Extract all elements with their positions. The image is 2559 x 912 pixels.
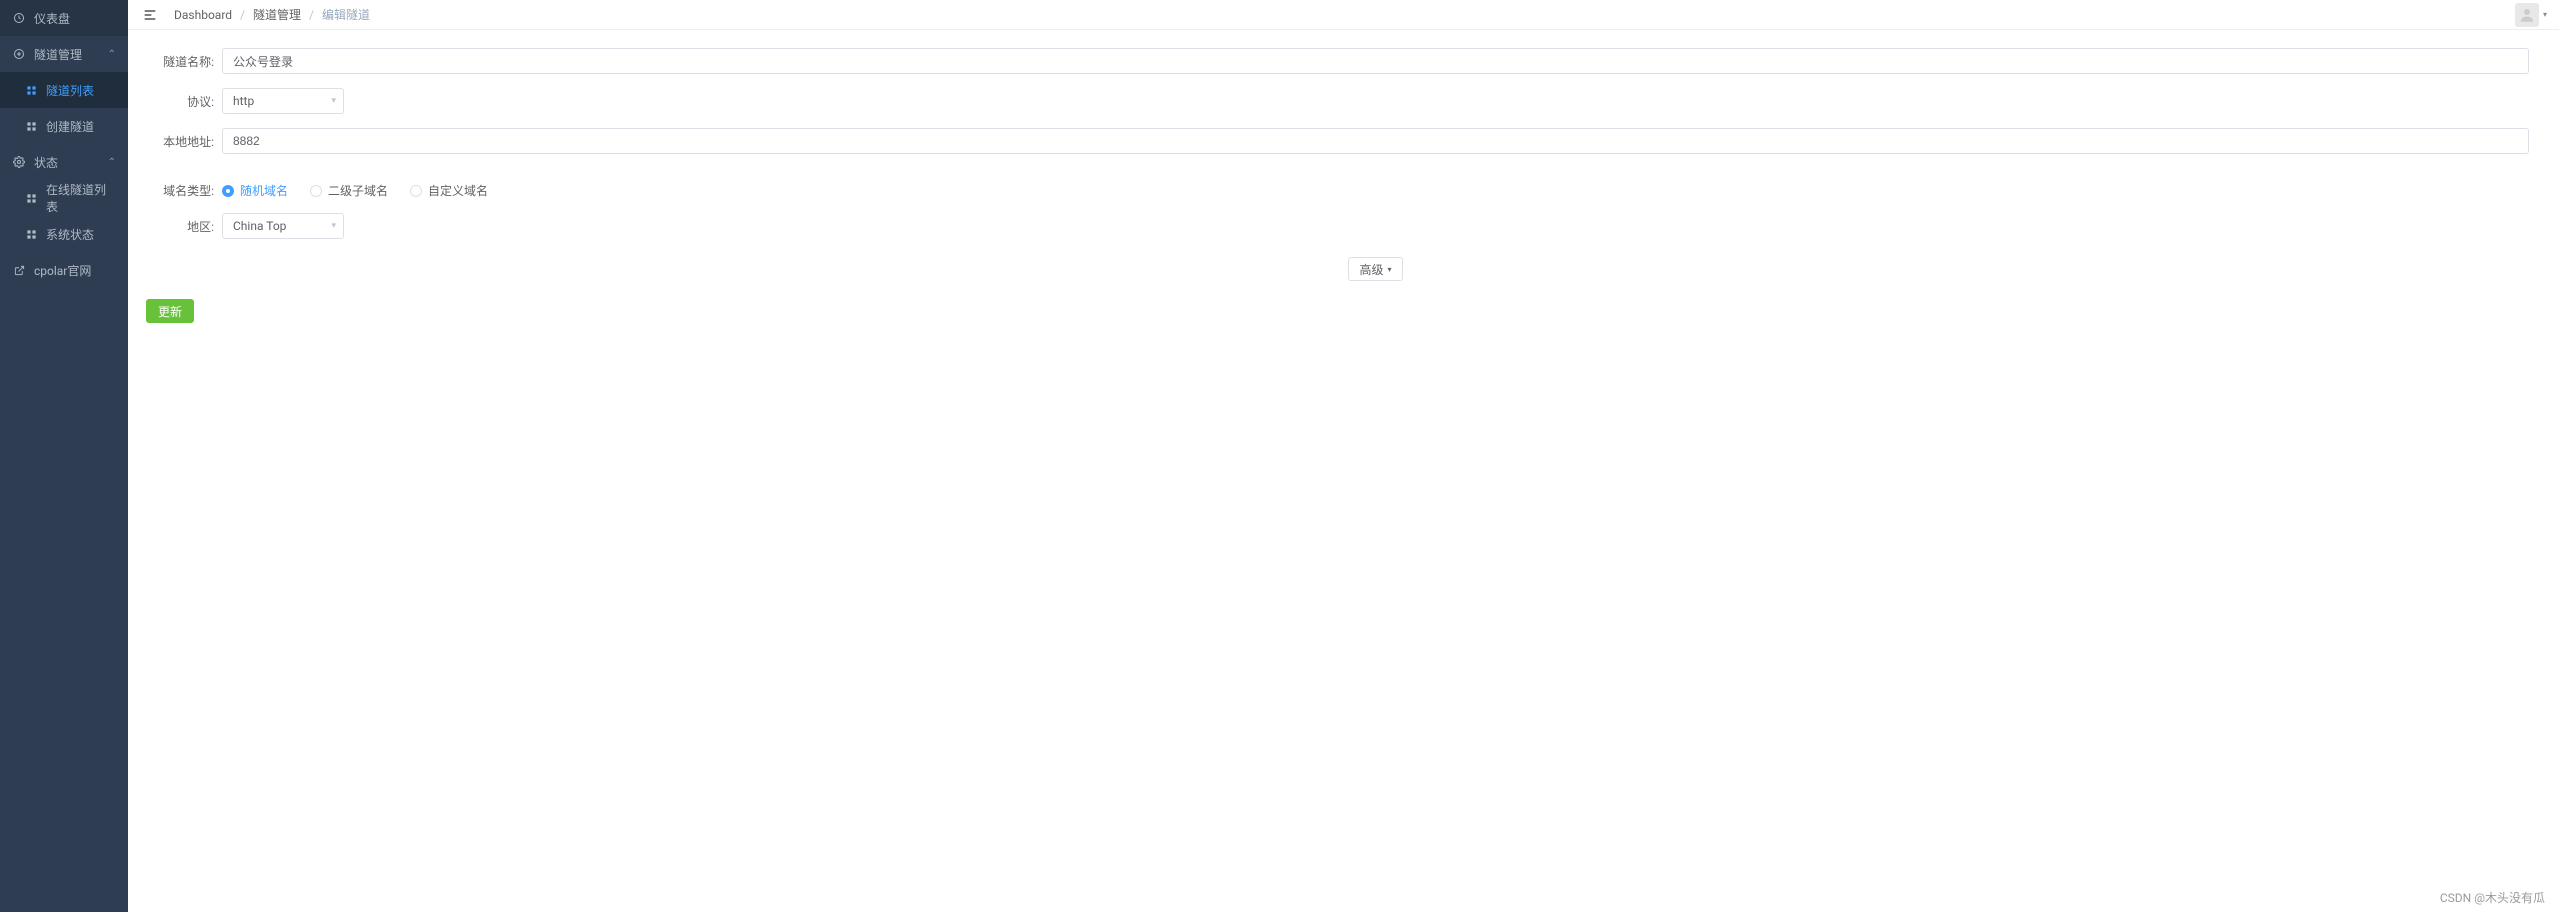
chevron-up-icon: ⌃: [108, 157, 116, 168]
sidebar-item-dashboard[interactable]: 仪表盘: [0, 0, 128, 36]
sidebar: 仪表盘 隧道管理 ⌃ 隧道列表 创建隧道 状态 ⌃: [0, 0, 128, 912]
btn-label: 高级: [1359, 261, 1383, 278]
radio-label: 随机域名: [240, 182, 288, 199]
domain-type-radio-group: 随机域名 二级子域名 自定义域名: [222, 182, 2529, 199]
sidebar-item-label: 系统状态: [46, 226, 116, 243]
sidebar-item-label: 隧道管理: [34, 46, 108, 63]
gear-icon: [12, 155, 26, 169]
grid-icon: [24, 227, 38, 241]
radio-random-domain[interactable]: 随机域名: [222, 182, 288, 199]
collapse-toggle[interactable]: [140, 5, 160, 25]
caret-down-icon: ▾: [1388, 265, 1392, 274]
submit-button[interactable]: 更新: [146, 299, 194, 323]
header: Dashboard / 隧道管理 / 编辑隧道 ▾: [128, 0, 2559, 30]
row-domain-type: 域名类型: 随机域名 二级子域名 自定义域名: [146, 182, 2529, 199]
main: Dashboard / 隧道管理 / 编辑隧道 ▾ 隧道名称: 协: [128, 0, 2559, 912]
avatar[interactable]: [2515, 3, 2539, 27]
row-advanced: 高级 ▾: [222, 257, 2529, 281]
sidebar-item-label: 仪表盘: [34, 10, 116, 27]
advanced-toggle-button[interactable]: 高级 ▾: [1348, 257, 1402, 281]
sidebar-item-label: 在线隧道列表: [46, 181, 116, 215]
row-region: 地区: China Top ▾: [146, 213, 2529, 239]
radio-subdomain[interactable]: 二级子域名: [310, 182, 388, 199]
label-tunnel-name: 隧道名称:: [146, 53, 214, 70]
breadcrumb-item[interactable]: Dashboard: [174, 8, 232, 22]
radio-label: 二级子域名: [328, 182, 388, 199]
sidebar-item-cpolar-site[interactable]: cpolar官网: [0, 252, 128, 288]
local-addr-input[interactable]: [222, 128, 2529, 154]
row-tunnel-name: 隧道名称:: [146, 48, 2529, 74]
sidebar-item-create-tunnel[interactable]: 创建隧道: [0, 108, 128, 144]
radio-custom-domain[interactable]: 自定义域名: [410, 182, 488, 199]
row-local-addr: 本地地址:: [146, 128, 2529, 154]
label-local-addr: 本地地址:: [146, 133, 214, 150]
chevron-up-icon: ⌃: [108, 49, 116, 60]
row-submit: 更新: [146, 299, 2529, 323]
breadcrumb-current: 编辑隧道: [322, 6, 370, 23]
radio-label: 自定义域名: [428, 182, 488, 199]
plus-circle-icon: [12, 47, 26, 61]
region-select[interactable]: China Top ▾: [222, 213, 344, 239]
label-domain-type: 域名类型:: [146, 182, 214, 199]
label-protocol: 协议:: [146, 93, 214, 110]
breadcrumb-sep: /: [240, 8, 245, 22]
sidebar-item-status[interactable]: 状态 ⌃: [0, 144, 128, 180]
grid-icon: [24, 83, 38, 97]
breadcrumb-sep: /: [309, 8, 314, 22]
external-link-icon: [12, 263, 26, 277]
radio-icon: [222, 185, 234, 197]
tunnel-name-input[interactable]: [222, 48, 2529, 74]
sidebar-item-tunnel-mgmt[interactable]: 隧道管理 ⌃: [0, 36, 128, 72]
radio-icon: [310, 185, 322, 197]
grid-icon: [24, 191, 38, 205]
breadcrumb-item[interactable]: 隧道管理: [253, 6, 301, 23]
grid-icon: [24, 119, 38, 133]
sidebar-item-online-tunnels[interactable]: 在线隧道列表: [0, 180, 128, 216]
row-protocol: 协议: http ▾: [146, 88, 2529, 114]
form-content: 隧道名称: 协议: http ▾ 本地地址:: [128, 30, 2559, 355]
region-select-value: China Top: [222, 213, 344, 239]
breadcrumb: Dashboard / 隧道管理 / 编辑隧道: [174, 6, 370, 23]
user-menu-toggle[interactable]: ▾: [2543, 10, 2547, 19]
radio-icon: [410, 185, 422, 197]
dashboard-icon: [12, 11, 26, 25]
sidebar-item-label: cpolar官网: [34, 262, 116, 279]
sidebar-item-label: 状态: [34, 154, 108, 171]
sidebar-item-label: 创建隧道: [46, 118, 116, 135]
sidebar-item-label: 隧道列表: [46, 82, 116, 99]
sidebar-item-system-status[interactable]: 系统状态: [0, 216, 128, 252]
protocol-select-value: http: [222, 88, 344, 114]
protocol-select[interactable]: http ▾: [222, 88, 344, 114]
sidebar-item-tunnel-list[interactable]: 隧道列表: [0, 72, 128, 108]
label-region: 地区:: [146, 218, 214, 235]
